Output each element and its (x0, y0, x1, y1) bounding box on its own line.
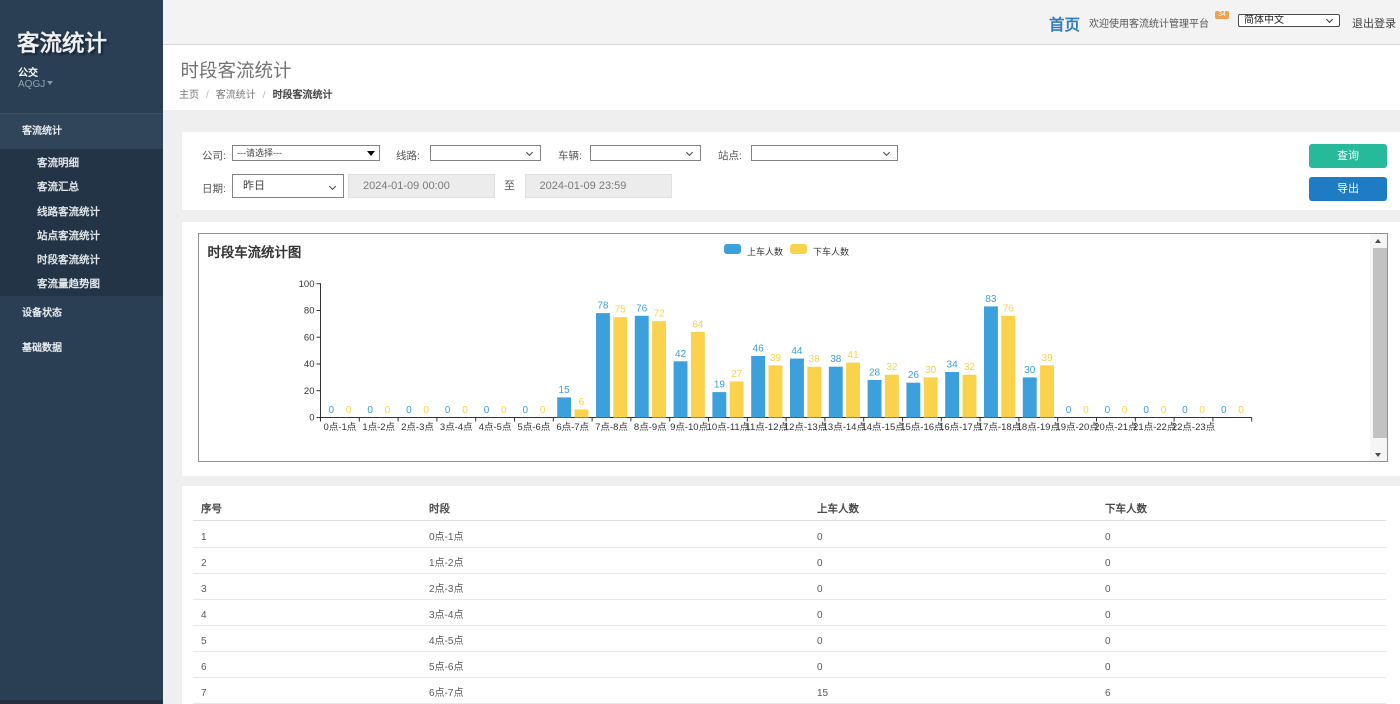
svg-text:15点-16点: 15点-16点 (900, 422, 944, 433)
svg-text:22点-23点: 22点-23点 (1172, 422, 1216, 433)
svg-text:0: 0 (1066, 405, 1072, 416)
svg-text:0: 0 (1161, 405, 1167, 416)
svg-text:8点-9点: 8点-9点 (634, 422, 667, 433)
svg-text:32: 32 (964, 362, 976, 373)
svg-text:40: 40 (304, 359, 315, 370)
svg-text:80: 80 (304, 306, 315, 317)
svg-text:78: 78 (597, 301, 609, 312)
svg-text:0: 0 (346, 405, 352, 416)
svg-text:0: 0 (540, 405, 546, 416)
svg-text:27: 27 (731, 369, 743, 380)
svg-text:0: 0 (1143, 405, 1149, 416)
svg-text:13点-14点: 13点-14点 (823, 422, 867, 433)
svg-text:20点-21点: 20点-21点 (1094, 422, 1138, 433)
svg-text:0: 0 (367, 405, 373, 416)
svg-text:39: 39 (770, 353, 782, 364)
svg-text:0: 0 (406, 405, 412, 416)
svg-text:11点-12点: 11点-12点 (745, 422, 788, 433)
svg-text:0: 0 (523, 405, 529, 416)
svg-text:0: 0 (423, 405, 429, 416)
svg-text:0: 0 (1083, 405, 1089, 416)
svg-text:0: 0 (1221, 405, 1227, 416)
svg-text:0: 0 (309, 413, 314, 424)
svg-text:26: 26 (908, 370, 920, 381)
svg-text:34: 34 (947, 360, 959, 371)
svg-text:10点-11点: 10点-11点 (707, 422, 750, 433)
svg-text:0: 0 (445, 405, 451, 416)
svg-text:0: 0 (484, 405, 490, 416)
svg-text:16点-17点: 16点-17点 (939, 422, 983, 433)
svg-text:0: 0 (501, 405, 507, 416)
svg-text:9点-10点: 9点-10点 (670, 422, 709, 433)
svg-text:14点-15点: 14点-15点 (861, 422, 905, 433)
svg-text:60: 60 (304, 332, 315, 343)
svg-text:19点-20点: 19点-20点 (1055, 422, 1099, 433)
svg-text:75: 75 (615, 305, 627, 316)
svg-text:1点-2点: 1点-2点 (362, 422, 395, 433)
svg-text:19: 19 (714, 380, 726, 391)
svg-text:6: 6 (579, 397, 585, 408)
svg-text:38: 38 (809, 354, 821, 365)
svg-text:0: 0 (1105, 405, 1111, 416)
svg-text:0: 0 (1122, 405, 1128, 416)
svg-text:21点-22点: 21点-22点 (1133, 422, 1177, 433)
svg-text:30: 30 (925, 365, 937, 376)
svg-text:7点-8点: 7点-8点 (595, 422, 628, 433)
svg-text:15: 15 (559, 385, 571, 396)
svg-text:30: 30 (1024, 365, 1036, 376)
svg-text:12点-13点: 12点-13点 (784, 422, 828, 433)
svg-text:64: 64 (692, 319, 704, 330)
svg-text:0: 0 (1238, 405, 1244, 416)
svg-text:28: 28 (869, 368, 881, 379)
svg-text:100: 100 (299, 279, 315, 290)
svg-text:0: 0 (385, 405, 391, 416)
svg-text:38: 38 (830, 354, 842, 365)
svg-text:76: 76 (636, 303, 648, 314)
svg-text:0: 0 (462, 405, 468, 416)
svg-text:0: 0 (1182, 405, 1188, 416)
svg-text:6点-7点: 6点-7点 (556, 422, 589, 433)
svg-text:2点-3点: 2点-3点 (401, 422, 434, 433)
svg-text:41: 41 (848, 350, 860, 361)
svg-text:0点-1点: 0点-1点 (324, 422, 357, 433)
svg-text:4点-5点: 4点-5点 (479, 422, 512, 433)
svg-text:17点-18点: 17点-18点 (978, 422, 1022, 433)
svg-text:83: 83 (985, 294, 997, 305)
svg-text:42: 42 (675, 349, 687, 360)
svg-text:18点-19点: 18点-19点 (1017, 422, 1061, 433)
svg-text:5点-6点: 5点-6点 (518, 422, 551, 433)
svg-text:46: 46 (753, 344, 765, 355)
svg-text:72: 72 (653, 309, 665, 320)
svg-text:0: 0 (329, 405, 335, 416)
svg-text:0: 0 (1199, 405, 1205, 416)
svg-text:20: 20 (304, 386, 315, 397)
svg-text:32: 32 (886, 362, 898, 373)
svg-text:44: 44 (791, 346, 803, 357)
svg-text:76: 76 (1003, 303, 1015, 314)
svg-text:3点-4点: 3点-4点 (440, 422, 473, 433)
svg-text:39: 39 (1042, 353, 1054, 364)
